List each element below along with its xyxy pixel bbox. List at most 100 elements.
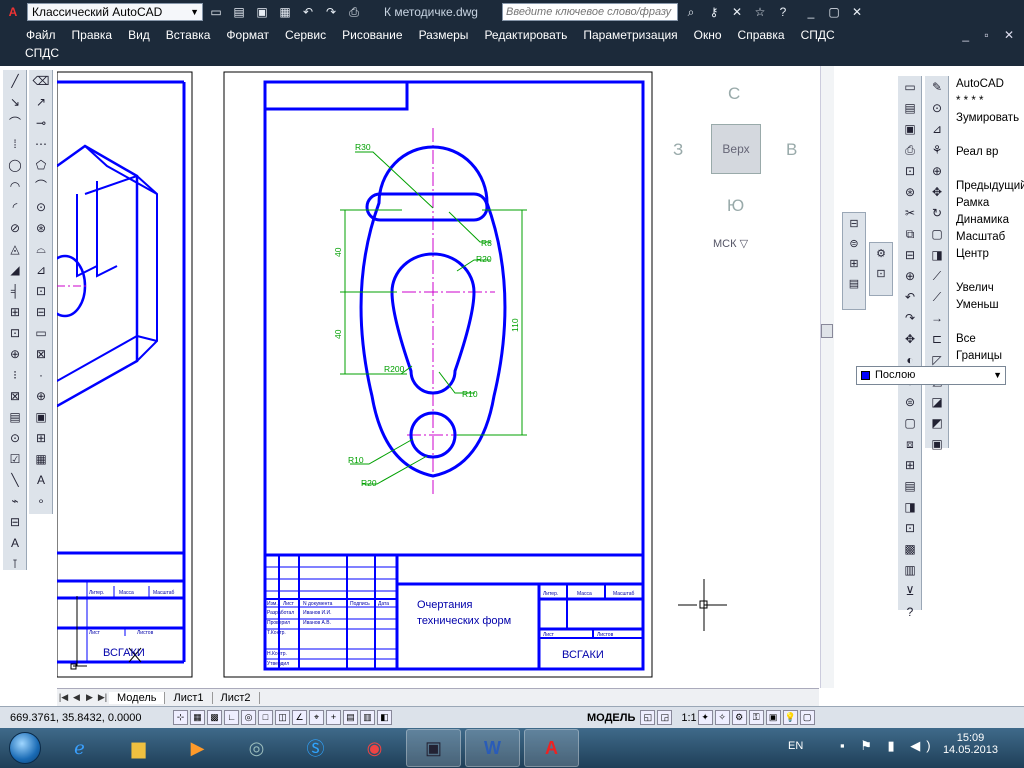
draw-tool-icon-20[interactable]: ⌁ [4,492,26,511]
menu-item-2[interactable]: Вид [128,28,150,42]
layer-combo[interactable]: Послою ▼ [856,366,1006,385]
polar-icon[interactable]: ◎ [241,710,256,725]
dyn-icon[interactable]: + [326,710,341,725]
modify-tool-icon-12[interactable]: ▭ [30,324,52,343]
document-window-controls[interactable]: _ ▫ ✕ [962,28,1020,42]
zoom-menu-item[interactable]: Границы [952,348,1024,365]
otrack-icon[interactable]: ∠ [292,710,307,725]
props-tool-icon-1[interactable]: ⊙ [926,99,948,118]
standard-tool-icon-25[interactable]: ? [899,603,921,622]
app-menu-icon[interactable]: A [3,3,23,21]
modify-tool-icon-11[interactable]: ⊟ [30,303,52,322]
snap-icon[interactable]: ▦ [190,710,205,725]
modify-tool-icon-15[interactable]: ⊕ [30,387,52,406]
save-as-icon[interactable]: ▦ [275,3,295,21]
modify-tool-icon-13[interactable]: ⊠ [30,345,52,364]
next-tab-icon[interactable]: ▶ [83,692,96,703]
zoom-menu-item[interactable]: Предыдущий [952,178,1024,195]
props-tool-icon-11[interactable]: → [926,309,948,328]
workspace-switch-icon[interactable]: ⚙ [731,710,747,725]
draw-tool-icon-4[interactable]: ◯ [4,156,26,175]
viewcube-south[interactable]: Ю [727,196,744,216]
menu-item-4[interactable]: Формат [226,28,269,42]
minimize-icon[interactable]: _ [801,3,821,21]
layers-tool-icon-2[interactable]: ⊞ [844,255,864,273]
zoom-menu-item[interactable] [952,161,1024,178]
view-tool-icon-1[interactable]: ⊡ [871,265,891,283]
modify-tool-icon-17[interactable]: ⊞ [30,429,52,448]
modify-tool-icon-19[interactable]: A [30,471,52,490]
draw-tool-icon-21[interactable]: ⊟ [4,513,26,532]
view-tool-icon-0[interactable]: ⚙ [871,245,891,263]
zoom-menu-item[interactable] [952,263,1024,280]
annotation-scale-label[interactable]: 1:1 [681,712,696,724]
standard-tool-icon-3[interactable]: ⎙ [899,141,921,160]
standard-tool-icon-1[interactable]: ▤ [899,99,921,118]
standard-tool-icon-11[interactable]: ↷ [899,309,921,328]
zoom-menu-item[interactable]: Увелич [952,280,1024,297]
menu-item-12[interactable]: СПДС [801,28,835,42]
first-tab-icon[interactable]: |◀ [57,692,70,703]
zoom-menu-item[interactable]: Рамка [952,195,1024,212]
infer-constraints-icon[interactable]: ⊹ [173,710,188,725]
modify-tool-icon-2[interactable]: ⊸ [30,114,52,133]
ortho-icon[interactable]: ∟ [224,710,239,725]
zoom-menu-item[interactable]: Центр [952,246,1024,263]
undo-icon[interactable]: ↶ [298,3,318,21]
standard-tool-icon-21[interactable]: ⊡ [899,519,921,538]
vertical-scrollbar[interactable] [820,66,834,688]
menu-item-6[interactable]: Рисование [342,28,402,42]
modify-tool-icon-1[interactable]: ↗ [30,93,52,112]
standard-tool-icon-5[interactable]: ⊛ [899,183,921,202]
draw-tool-icon-7[interactable]: ⊘ [4,219,26,238]
modify-tool-icon-16[interactable]: ▣ [30,408,52,427]
zoom-menu-item[interactable]: Зумировать [952,110,1024,127]
star-icon[interactable]: ☆ [750,3,770,21]
modify-tool-icon-0[interactable]: ⌫ [30,72,52,91]
zoom-menu-item[interactable] [952,314,1024,331]
new-icon[interactable]: ▭ [206,3,226,21]
tray-icons[interactable]: ▪ ⚑ ▮ ◀) [840,738,937,754]
menu-item-3[interactable]: Вставка [166,28,211,42]
zoom-menu-item[interactable] [952,127,1024,144]
draw-tool-icon-11[interactable]: ⊞ [4,303,26,322]
draw-tool-icon-0[interactable]: ╱ [4,72,26,91]
props-tool-icon-10[interactable]: ⟋ [926,288,948,307]
last-tab-icon[interactable]: ▶| [96,692,109,703]
transparency-icon[interactable]: ▥ [360,710,375,725]
taskbar-media-player-icon[interactable]: ▶ [170,729,225,767]
quick-view-layouts-icon[interactable]: ◱ [640,710,656,725]
workspace-combo[interactable]: Классический AutoCAD ▼ [27,3,203,21]
menu-item-1[interactable]: Правка [72,28,113,42]
draw-tool-icon-1[interactable]: ↘ [4,93,26,112]
modify-tool-icon-9[interactable]: ⊿ [30,261,52,280]
modify-tool-icon-20[interactable]: ∘ [30,492,52,511]
menu-item-spds-2[interactable]: СПДС [0,46,1024,66]
tab-model[interactable]: Модель [109,691,166,704]
props-tool-icon-16[interactable]: ◩ [926,414,948,433]
standard-tool-icon-22[interactable]: ▩ [899,540,921,559]
props-tool-icon-0[interactable]: ✎ [926,78,948,97]
draw-tool-icon-5[interactable]: ◠ [4,177,26,196]
zoom-menu-item[interactable]: * * * * [952,93,1024,110]
zoom-menu-item[interactable]: Реал вр [952,144,1024,161]
viewcube-top-face[interactable]: Верх [711,124,761,174]
modify-tool-icon-4[interactable]: ⬠ [30,156,52,175]
zoom-menu-item[interactable]: Все [952,331,1024,348]
zoom-menu-item[interactable]: Масштаб [952,229,1024,246]
quick-view-drawings-icon[interactable]: ◲ [657,710,673,725]
standard-tool-icon-20[interactable]: ◨ [899,498,921,517]
taskbar-skype-icon[interactable]: Ⓢ [288,729,343,767]
draw-tool-icon-8[interactable]: ◬ [4,240,26,259]
draw-tool-icon-16[interactable]: ▤ [4,408,26,427]
ucs-menu[interactable]: МСК ▽ [713,237,748,250]
prev-tab-icon[interactable]: ◀ [70,692,83,703]
maximize-icon[interactable]: ▢ [824,3,844,21]
standard-tool-icon-4[interactable]: ⊡ [899,162,921,181]
standard-tool-icon-16[interactable]: ▢ [899,414,921,433]
props-tool-icon-6[interactable]: ↻ [926,204,948,223]
modify-tool-icon-5[interactable]: ⌒ [30,177,52,196]
zoom-menu-item[interactable]: Уменьш [952,297,1024,314]
props-tool-icon-15[interactable]: ◪ [926,393,948,412]
menu-item-11[interactable]: Справка [738,28,785,42]
